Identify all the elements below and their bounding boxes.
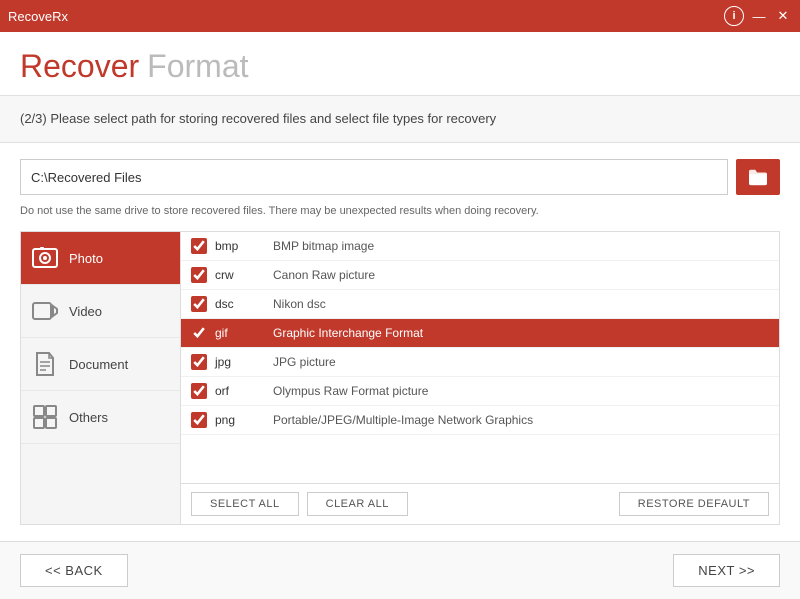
warning-text: Do not use the same drive to store recov… <box>20 205 780 217</box>
format-title: Format <box>147 48 248 85</box>
title-bar: RecoveRx i — ✕ <box>0 0 800 32</box>
file-checkbox-orf[interactable] <box>191 383 207 399</box>
file-ext: crw <box>215 268 265 282</box>
file-list-scroll[interactable]: bmp BMP bitmap image crw Canon Raw picture d… <box>181 232 779 483</box>
category-photo-label: Photo <box>69 251 103 266</box>
table-row: dsc Nikon dsc <box>181 290 779 319</box>
step-text: (2/3) Please select path for storing rec… <box>20 111 496 126</box>
restore-default-button[interactable]: RESTORE DEFAULT <box>619 492 769 516</box>
next-button[interactable]: NEXT >> <box>673 554 780 587</box>
category-panel: Photo Video <box>21 232 181 524</box>
app-header: Recover Format <box>0 32 800 95</box>
file-list-buttons: SELECT ALL CLEAR ALL RESTORE DEFAULT <box>181 483 779 524</box>
table-row: crw Canon Raw picture <box>181 261 779 290</box>
folder-icon <box>747 168 769 186</box>
step-section: (2/3) Please select path for storing rec… <box>0 95 800 143</box>
category-photo[interactable]: Photo <box>21 232 180 285</box>
bottom-nav: << BACK NEXT >> <box>0 541 800 599</box>
file-desc: Nikon dsc <box>273 297 769 311</box>
select-all-button[interactable]: SELECT ALL <box>191 492 299 516</box>
category-document-label: Document <box>69 357 128 372</box>
file-checkbox-gif[interactable] <box>191 325 207 341</box>
others-icon-svg <box>31 403 59 431</box>
file-desc: JPG picture <box>273 355 769 369</box>
category-document[interactable]: Document <box>21 338 180 391</box>
table-row: bmp BMP bitmap image <box>181 232 779 261</box>
file-desc: Canon Raw picture <box>273 268 769 282</box>
category-others-label: Others <box>69 410 108 425</box>
file-checkbox-jpg[interactable] <box>191 354 207 370</box>
table-row: png Portable/JPEG/Multiple-Image Network … <box>181 406 779 435</box>
file-desc: Portable/JPEG/Multiple-Image Network Gra… <box>273 413 769 427</box>
table-row: gif Graphic Interchange Format <box>181 319 779 348</box>
recover-title: Recover <box>20 48 139 85</box>
title-bar-controls: i — ✕ <box>724 6 792 26</box>
clear-all-button[interactable]: CLEAR ALL <box>307 492 408 516</box>
document-icon <box>31 350 59 378</box>
content-area: Do not use the same drive to store recov… <box>0 143 800 541</box>
file-checkbox-bmp[interactable] <box>191 238 207 254</box>
browse-folder-button[interactable] <box>736 159 780 195</box>
file-ext: bmp <box>215 239 265 253</box>
file-ext: dsc <box>215 297 265 311</box>
category-video[interactable]: Video <box>21 285 180 338</box>
table-row: orf Olympus Raw Format picture <box>181 377 779 406</box>
file-ext: orf <box>215 384 265 398</box>
info-button[interactable]: i <box>724 6 744 26</box>
file-desc: BMP bitmap image <box>273 239 769 253</box>
path-row <box>20 159 780 195</box>
category-others[interactable]: Others <box>21 391 180 444</box>
document-icon-svg <box>31 350 59 378</box>
file-ext: png <box>215 413 265 427</box>
video-icon <box>31 297 59 325</box>
video-icon-svg <box>31 297 59 325</box>
file-type-container: Photo Video <box>20 231 780 525</box>
file-checkbox-png[interactable] <box>191 412 207 428</box>
file-list-panel: bmp BMP bitmap image crw Canon Raw picture d… <box>181 232 779 524</box>
close-button[interactable]: ✕ <box>774 7 792 25</box>
table-row: jpg JPG picture <box>181 348 779 377</box>
category-video-label: Video <box>69 304 102 319</box>
file-ext: jpg <box>215 355 265 369</box>
file-checkbox-dsc[interactable] <box>191 296 207 312</box>
main-content: Recover Format (2/3) Please select path … <box>0 32 800 599</box>
file-desc: Olympus Raw Format picture <box>273 384 769 398</box>
minimize-button[interactable]: — <box>750 7 768 25</box>
photo-icon-svg <box>31 244 59 272</box>
app-title: RecoveRx <box>8 9 724 24</box>
file-desc: Graphic Interchange Format <box>273 326 769 340</box>
file-checkbox-crw[interactable] <box>191 267 207 283</box>
file-ext: gif <box>215 326 265 340</box>
path-input[interactable] <box>20 159 728 195</box>
photo-icon <box>31 244 59 272</box>
others-icon <box>31 403 59 431</box>
back-button[interactable]: << BACK <box>20 554 128 587</box>
